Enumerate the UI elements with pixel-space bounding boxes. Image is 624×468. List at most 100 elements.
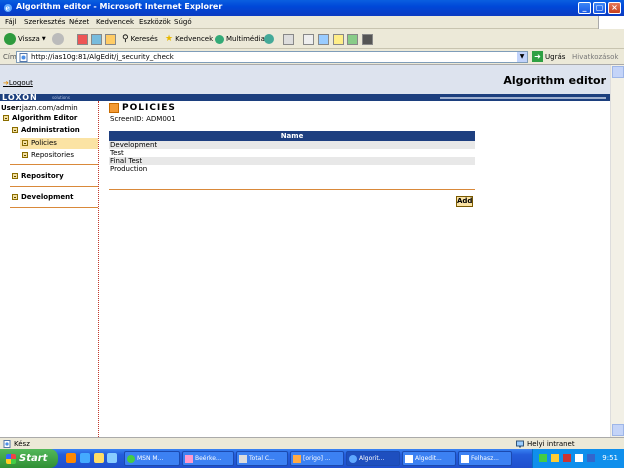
app-header: ➔Logout Algorithm editor <box>0 65 610 94</box>
search-button[interactable]: ⚲ Keresés <box>122 32 158 46</box>
menu-view[interactable]: Nézet <box>69 18 89 26</box>
tree-repositories[interactable]: Repositories <box>22 151 74 159</box>
policies-heading-icon <box>109 103 119 113</box>
back-button[interactable]: Vissza ▼ <box>4 32 46 46</box>
print-button[interactable] <box>303 32 314 46</box>
repositories-icon <box>22 152 28 158</box>
back-arrow-icon <box>4 33 16 45</box>
task-felhasz[interactable]: Felhasz... <box>458 451 512 466</box>
tray-network-icon[interactable] <box>575 454 583 462</box>
address-url: http://ias10g:81/AlgEdit/j_security_chec… <box>31 53 174 61</box>
forward-button[interactable] <box>52 32 64 46</box>
tray-msn-icon[interactable] <box>539 454 547 462</box>
address-bar: Cím http://ias10g:81/AlgEdit/j_security_… <box>0 49 624 65</box>
divider <box>10 207 98 208</box>
menu-file[interactable]: Fájl <box>5 18 17 26</box>
task-algorithm-editor[interactable]: Algorit... <box>346 451 400 466</box>
tray-lock-icon[interactable] <box>551 454 559 462</box>
menu-tools[interactable]: Eszközök <box>139 18 171 26</box>
table-row[interactable]: Production <box>109 165 475 173</box>
tray-vc-icon[interactable] <box>587 454 595 462</box>
screen-id: ScreenID: ADM001 <box>110 115 176 123</box>
research-button[interactable] <box>362 32 373 46</box>
search-icon: ⚲ <box>122 34 129 44</box>
svg-text:e: e <box>6 4 11 13</box>
task-msn[interactable]: MSN M... <box>124 451 180 466</box>
print-icon <box>303 33 314 45</box>
user-info: User:jazn.com/admin <box>1 104 78 112</box>
menu-help[interactable]: Súgó <box>174 18 192 26</box>
quicklaunch-folder-icon[interactable] <box>94 453 104 463</box>
browser-icon <box>293 454 301 463</box>
history-button[interactable] <box>264 32 274 46</box>
logout-link[interactable]: ➔Logout <box>3 79 33 87</box>
menu-favorites[interactable]: Kedvencek <box>96 18 134 26</box>
scroll-down-button[interactable] <box>612 424 624 436</box>
minimize-button[interactable]: _ <box>578 2 591 14</box>
task-total-commander[interactable]: Total C... <box>236 451 288 466</box>
status-bar: Kész Helyi intranet <box>0 437 624 449</box>
page-content: ➔Logout Algorithm editor LOXON solutions… <box>0 65 610 437</box>
column-header-name[interactable]: Name <box>109 131 475 141</box>
star-icon: ★ <box>165 34 174 44</box>
go-button[interactable]: ➜ Ugrás <box>532 51 565 62</box>
doc-icon <box>461 454 469 463</box>
mail-button[interactable] <box>283 32 294 46</box>
tree-administration[interactable]: Administration <box>12 126 80 134</box>
close-button[interactable]: × <box>608 2 621 14</box>
home-icon <box>105 33 116 45</box>
refresh-button[interactable] <box>91 32 102 46</box>
table-row[interactable]: Development <box>109 141 475 149</box>
quicklaunch-desktop-icon[interactable] <box>107 453 117 463</box>
tree-development[interactable]: Development <box>12 193 73 201</box>
chevron-down-icon[interactable]: ▼ <box>517 52 527 62</box>
sidebar: User:jazn.com/admin Algorithm Editor Adm… <box>0 101 99 437</box>
home-button[interactable] <box>105 32 116 46</box>
tree-root[interactable]: Algorithm Editor <box>3 114 77 122</box>
tree-repository[interactable]: Repository <box>12 172 64 180</box>
start-button[interactable]: Start <box>0 449 58 468</box>
msn-icon <box>127 454 135 463</box>
page-heading: POLICIES <box>109 103 176 113</box>
menu-edit[interactable]: Szerkesztés <box>24 18 65 26</box>
intranet-icon <box>516 440 524 448</box>
stop-button[interactable] <box>77 32 88 46</box>
menu-bar: Fájl Szerkesztés Nézet Kedvencek Eszközö… <box>0 16 624 29</box>
ie-icon <box>349 454 357 463</box>
quicklaunch-ie-icon[interactable] <box>80 453 90 463</box>
policies-icon <box>22 140 28 146</box>
scroll-up-button[interactable] <box>612 66 624 78</box>
mail-icon <box>283 33 294 45</box>
system-tray: 9:51 <box>532 449 624 468</box>
tray-antivirus-icon[interactable] <box>563 454 571 462</box>
quicklaunch-firefox-icon[interactable] <box>66 453 76 463</box>
messenger-button[interactable] <box>347 32 358 46</box>
notes-button[interactable] <box>333 32 344 46</box>
task-algedit[interactable]: Algedit... <box>402 451 456 466</box>
task-origo[interactable]: [origo] ... <box>290 451 344 466</box>
go-arrow-icon: ➜ <box>532 51 543 62</box>
table-row[interactable]: Test <box>109 149 475 157</box>
table-bottom-divider <box>109 189 475 190</box>
media-button[interactable]: Multimédia <box>215 32 265 46</box>
internet-explorer-icon: e <box>4 4 12 13</box>
mail-icon <box>185 454 193 463</box>
page-icon <box>3 440 11 448</box>
links-button[interactable]: Hivatkozások <box>572 53 618 61</box>
favorites-button[interactable]: ★ Kedvencek <box>165 32 213 46</box>
maximize-button[interactable]: ▢ <box>593 2 606 14</box>
edit-icon <box>318 33 329 45</box>
address-input[interactable]: http://ias10g:81/AlgEdit/j_security_chec… <box>16 51 528 63</box>
notes-icon <box>333 33 344 45</box>
disk-icon <box>239 454 247 463</box>
edit-button[interactable] <box>318 32 329 46</box>
table-row[interactable]: Final Test <box>109 157 475 165</box>
tree-policies[interactable]: Policies <box>22 139 57 147</box>
toolbar: Vissza ▼ ⚲ Keresés ★ Kedvencek Multimédi… <box>0 29 624 49</box>
vertical-scrollbar[interactable] <box>610 65 624 437</box>
task-inbox[interactable]: Beérke... <box>182 451 234 466</box>
forward-arrow-icon <box>52 33 64 45</box>
windows-flag-icon <box>6 453 16 464</box>
collapse-icon <box>12 127 18 133</box>
add-button[interactable]: Add <box>456 196 473 207</box>
